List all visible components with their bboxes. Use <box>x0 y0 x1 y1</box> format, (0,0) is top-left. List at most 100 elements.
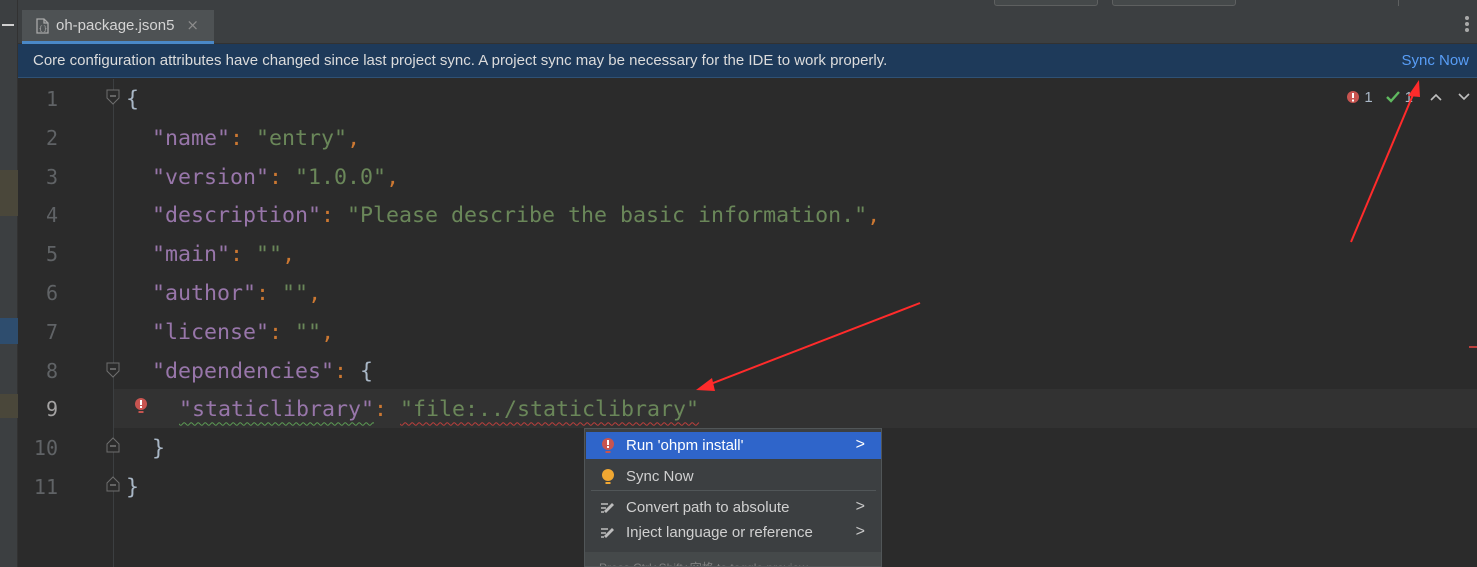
code-line[interactable]: "name": "entry", <box>152 119 360 158</box>
code-line[interactable]: "main": "", <box>152 235 295 274</box>
line-number: 8 <box>45 358 58 383</box>
menu-item[interactable]: Run 'ohpm install' > <box>586 432 881 459</box>
sync-notification-banner: Core configuration attributes have chang… <box>18 44 1477 78</box>
more-vertical-icon[interactable] <box>1465 16 1469 32</box>
menu-item[interactable]: Sync Now <box>586 463 881 490</box>
json-colon: : <box>334 358 348 384</box>
fold-gutter-line <box>113 79 114 567</box>
json-colon: : <box>230 125 244 151</box>
project-panel-edge <box>0 0 18 567</box>
strip-marker-warning <box>0 170 18 216</box>
line-number: 9 <box>45 397 58 422</box>
json-value: "Please describe the basic information." <box>347 203 868 229</box>
menu-item-label: Inject language or reference <box>626 524 813 541</box>
pencil-icon <box>600 524 616 542</box>
menu-item[interactable]: Convert path to absolute > <box>586 494 881 521</box>
code-line[interactable]: "author": "", <box>152 274 321 313</box>
line-number: 2 <box>45 125 58 150</box>
editor-tab-oh-package[interactable]: {} oh-package.json5 × <box>22 10 214 44</box>
json-value: "1.0.0" <box>295 164 387 190</box>
sync-now-link[interactable]: Sync Now <box>1401 52 1469 69</box>
toolbar-field[interactable] <box>994 0 1098 6</box>
error-bulb-icon[interactable] <box>134 397 148 417</box>
line-number: 7 <box>45 319 58 344</box>
json-comma: , <box>282 242 296 268</box>
checkmark-icon <box>1385 91 1400 103</box>
minimize-icon[interactable] <box>2 24 14 26</box>
json-key: "staticlibrary" <box>179 397 375 423</box>
inspection-widget[interactable]: 1 1 <box>1346 87 1471 107</box>
json-brace: { <box>126 87 140 112</box>
json-comma: , <box>308 281 322 306</box>
error-count: 1 <box>1364 88 1373 106</box>
ok-count: 1 <box>1404 88 1413 106</box>
json-comma: , <box>347 125 361 151</box>
json-comma: , <box>386 164 400 190</box>
error-stripe-marker[interactable] <box>1469 346 1477 348</box>
editor-tab-bar <box>18 0 1477 44</box>
json-file-icon: {} <box>34 17 50 34</box>
json-brace: { <box>360 358 374 384</box>
json-colon: : <box>230 242 244 268</box>
json-key: "author" <box>152 281 257 306</box>
line-number: 3 <box>45 164 58 189</box>
menu-item[interactable]: Inject language or reference > <box>586 519 881 546</box>
strip-marker-selection <box>0 318 18 344</box>
intention-actions-popup: Run 'ohpm install' > Sync Now Convert path … <box>584 428 882 567</box>
code-line[interactable]: "license": "", <box>152 313 334 352</box>
menu-separator <box>591 490 876 491</box>
line-number: 10 <box>33 436 58 461</box>
code-line[interactable]: } <box>126 468 139 507</box>
json-value: "" <box>282 281 309 306</box>
json-brace: } <box>152 436 166 462</box>
json-brace: } <box>126 475 140 500</box>
line-number: 1 <box>45 87 58 111</box>
chevron-right-icon: > <box>855 523 865 540</box>
banner-message: Core configuration attributes have chang… <box>33 52 888 69</box>
toolbar-field[interactable] <box>1112 0 1236 6</box>
line-number: 6 <box>45 281 58 305</box>
previous-highlight-icon[interactable] <box>1429 92 1443 102</box>
error-icon <box>1347 91 1360 103</box>
json-key: "name" <box>152 125 231 151</box>
json-comma: , <box>867 203 881 229</box>
pencil-icon <box>600 499 616 517</box>
json-colon: : <box>321 203 335 229</box>
code-line[interactable]: { <box>126 80 139 119</box>
json-key: "dependencies" <box>152 358 335 384</box>
next-highlight-icon[interactable] <box>1457 92 1471 102</box>
code-line[interactable]: "description": "Please describe the basi… <box>152 196 880 235</box>
json-value: "entry" <box>256 125 348 151</box>
chevron-right-icon: > <box>855 498 865 515</box>
code-line[interactable]: "staticlibrary": "file:../staticlibrary" <box>179 390 699 429</box>
json-key: "license" <box>152 319 270 345</box>
json-key: "main" <box>152 242 231 268</box>
error-bulb-icon <box>600 437 616 455</box>
code-line[interactable]: } <box>152 429 165 468</box>
json-colon: : <box>374 397 388 423</box>
json-key: "version" <box>152 164 270 190</box>
json-key: "description" <box>152 203 322 229</box>
fold-collapse-icon[interactable] <box>105 89 121 105</box>
close-icon[interactable]: × <box>186 18 199 33</box>
line-number: 5 <box>45 242 58 267</box>
json-value: "file:../staticlibrary" <box>400 397 700 423</box>
code-line[interactable]: "version": "1.0.0", <box>152 158 399 197</box>
json-colon: : <box>269 164 283 190</box>
fold-end-icon[interactable] <box>105 476 121 492</box>
json-colon: : <box>269 319 283 345</box>
line-number: 11 <box>33 475 58 499</box>
svg-text:{}: {} <box>38 25 47 33</box>
chevron-right-icon: > <box>855 436 865 453</box>
fold-end-icon[interactable] <box>105 437 121 453</box>
code-line[interactable]: "dependencies": { <box>152 352 373 391</box>
error-count-indicator[interactable]: 1 <box>1346 88 1373 106</box>
popup-hint: Press Ctrl+Shift+空格 to toggle preview <box>599 559 808 566</box>
fold-collapse-icon[interactable] <box>105 362 121 378</box>
menu-item-label: Run 'ohpm install' <box>626 437 744 454</box>
toolbar-divider <box>1398 0 1399 6</box>
menu-item-label: Sync Now <box>626 468 694 485</box>
ok-count-indicator[interactable]: 1 <box>1385 89 1413 106</box>
line-number: 4 <box>45 203 58 228</box>
strip-marker-warning <box>0 394 18 418</box>
